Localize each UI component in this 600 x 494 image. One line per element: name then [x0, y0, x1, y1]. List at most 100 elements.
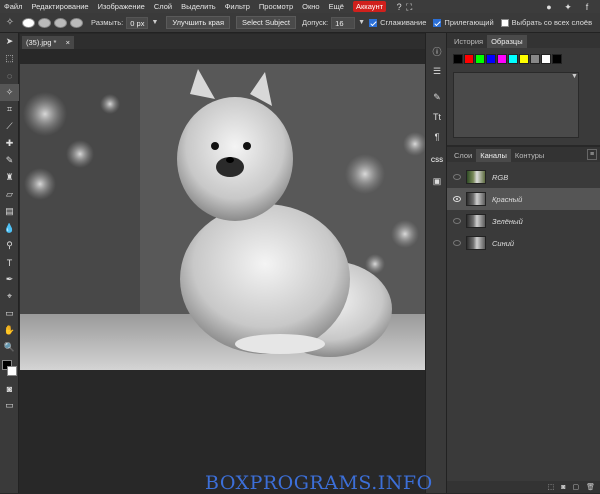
menu-file[interactable]: Файл	[4, 2, 22, 11]
gradient-tool-icon[interactable]: ▤	[0, 203, 19, 220]
color-swatch[interactable]	[541, 54, 551, 64]
document-image[interactable]	[20, 64, 425, 370]
menu-filter[interactable]: Фильтр	[225, 2, 250, 11]
tolerance-dropdown-icon[interactable]: ▼	[358, 19, 365, 26]
shape-tool-icon[interactable]: ▭	[0, 305, 19, 322]
paragraph-icon[interactable]: ¶	[426, 127, 448, 147]
checkbox-checked-icon	[369, 18, 378, 27]
antialias-checkbox[interactable]: Сглаживание	[369, 18, 426, 27]
color-swatches[interactable]	[0, 360, 18, 380]
eyedropper-tool-icon[interactable]: ⟋	[0, 118, 19, 135]
feather-dropdown-icon[interactable]: ▼	[151, 19, 158, 26]
healing-tool-icon[interactable]: ✚	[0, 135, 19, 152]
menu-window[interactable]: Окно	[302, 2, 319, 11]
contiguous-label: Прилегающий	[444, 18, 494, 27]
tab-paths[interactable]: Контуры	[511, 149, 548, 162]
eye-icon[interactable]	[453, 240, 461, 246]
zoom-tool-icon[interactable]: 🔍	[0, 339, 19, 356]
refine-edge-button[interactable]: Улучшить края	[166, 16, 231, 29]
tab-swatches[interactable]: Образцы	[487, 35, 527, 48]
mode-intersect-icon[interactable]	[70, 17, 83, 28]
account-button[interactable]: Аккаунт	[352, 1, 387, 12]
color-swatch[interactable]	[464, 54, 474, 64]
menu-edit[interactable]: Редактирование	[31, 2, 88, 11]
twitter-icon[interactable]: ✦	[563, 2, 573, 12]
magic-wand-tool-icon[interactable]: ✧	[0, 84, 19, 101]
text-tool-icon[interactable]: T	[0, 254, 19, 271]
swatch-area[interactable]	[453, 72, 579, 138]
channel-row-red[interactable]: Красный	[447, 188, 600, 210]
color-swatch[interactable]	[552, 54, 562, 64]
sponge-tool-icon[interactable]: ⚲	[0, 237, 19, 254]
load-selection-icon[interactable]: ⬚	[548, 483, 555, 491]
color-swatch[interactable]	[486, 54, 496, 64]
channel-name: Красный	[492, 194, 523, 204]
color-swatch[interactable]	[453, 54, 463, 64]
color-swatch[interactable]	[519, 54, 529, 64]
color-swatch[interactable]	[475, 54, 485, 64]
quick-mask-icon[interactable]: ◙	[0, 380, 19, 397]
help-icon[interactable]: ?	[394, 2, 404, 12]
css-icon[interactable]: CSS	[426, 151, 448, 171]
panel-menu-icon[interactable]: ≡	[587, 149, 597, 160]
tab-channels[interactable]: Каналы	[476, 149, 511, 162]
character-icon[interactable]: Tt	[426, 107, 448, 127]
tolerance-input[interactable]: 16	[331, 16, 356, 29]
mode-add-icon[interactable]	[38, 17, 51, 28]
channel-row-blue[interactable]: Синий	[447, 232, 600, 254]
channel-thumbnail	[466, 170, 486, 184]
sample-all-checkbox[interactable]: Выбрать со всех слоёв	[500, 18, 592, 27]
select-subject-button[interactable]: Select Subject	[236, 16, 296, 29]
stamp-tool-icon[interactable]: ♜	[0, 169, 19, 186]
save-selection-icon[interactable]: ◙	[561, 484, 565, 491]
menu-image[interactable]: Изображение	[98, 2, 145, 11]
new-channel-icon[interactable]: ▢	[572, 483, 579, 491]
feather-input[interactable]: 0 px	[126, 16, 149, 29]
lasso-tool-icon[interactable]: ◌	[0, 67, 19, 84]
reddit-icon[interactable]: ●	[544, 2, 554, 12]
brush-panel-icon[interactable]: ✎	[426, 87, 448, 107]
menu-select[interactable]: Выделить	[181, 2, 216, 11]
trash-icon[interactable]: 🗑	[586, 483, 595, 491]
blur-tool-icon[interactable]: 💧	[0, 220, 19, 237]
close-icon[interactable]: ×	[66, 38, 70, 47]
eye-icon[interactable]	[453, 218, 461, 224]
checkbox-checked-icon	[433, 18, 442, 27]
crop-tool-icon[interactable]: ⌗	[0, 101, 19, 118]
color-swatch[interactable]	[508, 54, 518, 64]
channel-row-green[interactable]: Зелёный	[447, 210, 600, 232]
canvas-area[interactable]	[20, 49, 425, 493]
checkbox-unchecked-icon	[500, 18, 509, 27]
facebook-icon[interactable]: f	[582, 2, 592, 12]
tab-layers[interactable]: Слои	[450, 149, 476, 162]
screen-mode-icon[interactable]: ▭	[0, 397, 19, 414]
menu-more[interactable]: Ещё	[329, 2, 344, 11]
swatch-menu-icon[interactable]: ▼	[571, 73, 578, 80]
background-color[interactable]	[7, 366, 17, 376]
channel-name: Зелёный	[492, 216, 523, 226]
eye-icon[interactable]	[453, 196, 461, 202]
eye-icon[interactable]	[453, 174, 461, 180]
mode-subtract-icon[interactable]	[54, 17, 67, 28]
contiguous-checkbox[interactable]: Прилегающий	[433, 18, 494, 27]
marquee-tool-icon[interactable]: ⬚	[0, 50, 19, 67]
move-tool-icon[interactable]: ➤	[0, 33, 19, 50]
channel-row-rgb[interactable]: RGB	[447, 166, 600, 188]
color-swatch[interactable]	[530, 54, 540, 64]
eraser-tool-icon[interactable]: ▱	[0, 186, 19, 203]
pen-tool-icon[interactable]: ✒	[0, 271, 19, 288]
document-tab[interactable]: (35).jpg * ×	[22, 36, 74, 49]
color-swatch[interactable]	[497, 54, 507, 64]
adjustments-icon[interactable]: ☰	[426, 61, 448, 81]
info-icon[interactable]: ⓘ	[426, 41, 448, 61]
path-select-tool-icon[interactable]: ⌖	[0, 288, 19, 305]
hand-tool-icon[interactable]: ✋	[0, 322, 19, 339]
magic-wand-icon[interactable]: ✧	[4, 17, 16, 29]
brush-tool-icon[interactable]: ✎	[0, 152, 19, 169]
mode-new-icon[interactable]	[22, 17, 35, 28]
fullscreen-icon[interactable]: ⛶	[404, 2, 414, 12]
menu-view[interactable]: Просмотр	[259, 2, 293, 11]
menu-layer[interactable]: Слой	[154, 2, 172, 11]
tab-history[interactable]: История	[450, 35, 487, 48]
image-panel-icon[interactable]: ▣	[426, 171, 448, 191]
